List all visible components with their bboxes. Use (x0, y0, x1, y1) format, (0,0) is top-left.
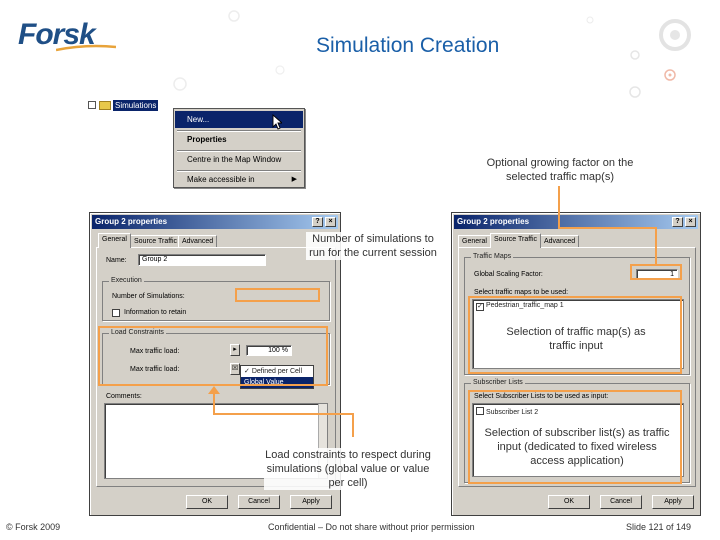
footer-slide-number: Slide 121 of 149 (626, 522, 692, 532)
dialog-title: Group 2 properties (95, 217, 168, 226)
select-maps-label: Select traffic maps to be used: (474, 289, 569, 296)
simulations-tree-node[interactable]: Simulations (88, 99, 159, 111)
ok-button[interactable]: OK (186, 495, 228, 509)
info-retain-checkbox[interactable] (112, 309, 120, 317)
num-simulations-highlight (235, 288, 320, 302)
num-simulations-label: Number of Simulations: (112, 293, 185, 300)
apply-button[interactable]: Apply (652, 495, 694, 509)
note-subscriber-lists: Selection of subscriber list(s) as traff… (482, 426, 672, 468)
apply-button[interactable]: Apply (290, 495, 332, 509)
name-label: Name: (106, 257, 127, 264)
group-label: Subscriber Lists (471, 379, 525, 386)
dialog-title: Group 2 properties (457, 217, 530, 226)
callout-line (558, 227, 656, 229)
callout-line (213, 413, 353, 415)
callout-line (352, 413, 354, 437)
scaling-factor-label: Global Scaling Factor: (474, 271, 543, 278)
decorative-circles-icon (586, 16, 691, 98)
callout-line (655, 227, 657, 265)
dialog-titlebar: Group 2 properties ? × (92, 215, 338, 229)
group-label: Execution (109, 277, 144, 284)
menu-item-properties[interactable]: Properties (175, 131, 303, 148)
menu-item-centre-map[interactable]: Centre in the Map Window (175, 151, 303, 168)
close-button[interactable]: × (325, 217, 336, 227)
name-field[interactable]: Group 2 (138, 254, 266, 266)
decorative-dots-icon (173, 10, 285, 91)
tab-source-traffic[interactable]: Source Traffic (490, 233, 542, 248)
note-traffic-map-input: Selection of traffic map(s) as traffic i… (500, 325, 652, 353)
menu-item-label: Make accessible in (187, 175, 255, 184)
slide-title: Simulation Creation (316, 34, 500, 57)
note-growing-factor: Optional growing factor on the selected … (470, 156, 650, 184)
note-num-simulations: Number of simulations to run for the cur… (306, 232, 440, 260)
callout-line (558, 186, 560, 228)
footer-copyright: © Forsk 2009 (6, 522, 61, 532)
close-button[interactable]: × (685, 217, 696, 227)
footer-confidential: Confidential – Do not share without prio… (268, 522, 475, 532)
group-label: Traffic Maps (471, 253, 514, 260)
arrow-up-icon (208, 386, 220, 394)
menu-item-new[interactable]: New... (175, 111, 303, 128)
tree-label[interactable]: Simulations (113, 99, 159, 111)
cancel-button[interactable]: Cancel (600, 495, 642, 509)
note-load-constraints: Load constraints to respect during simul… (264, 448, 432, 490)
mouse-cursor-icon (272, 114, 282, 130)
ok-button[interactable]: OK (548, 495, 590, 509)
help-button[interactable]: ? (672, 217, 683, 227)
logo-swoosh-icon (56, 44, 116, 52)
comments-label: Comments: (106, 393, 142, 400)
folder-icon (99, 100, 111, 110)
menu-item-make-accessible[interactable]: Make accessible in ▶ (175, 171, 303, 188)
context-menu: New... Properties Centre in the Map Wind… (173, 108, 305, 188)
cancel-button[interactable]: Cancel (238, 495, 280, 509)
submenu-arrow-icon: ▶ (291, 176, 297, 183)
callout-line (213, 392, 215, 414)
load-constraints-highlight (98, 326, 328, 386)
tab-general[interactable]: General (98, 233, 131, 248)
help-button[interactable]: ? (312, 217, 323, 227)
expand-box-icon[interactable] (88, 101, 96, 109)
info-retain-label: Information to retain (124, 309, 187, 316)
scaling-factor-highlight (630, 264, 682, 280)
